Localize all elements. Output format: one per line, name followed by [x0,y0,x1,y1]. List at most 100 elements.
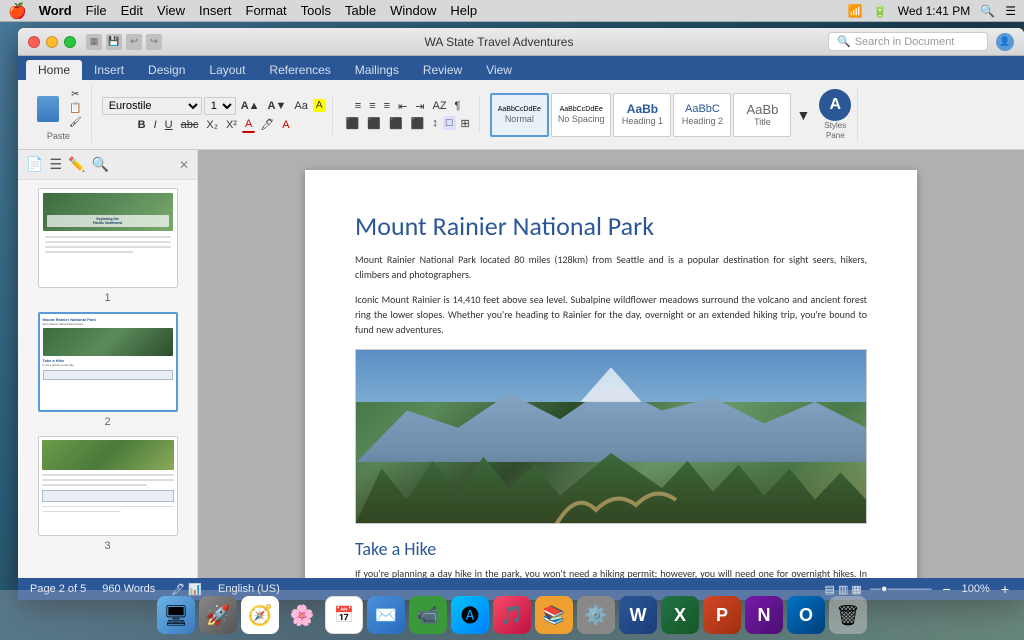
style-no-spacing[interactable]: AaBbCcDdEe No Spacing [551,93,612,137]
menubar-window[interactable]: Window [390,3,436,18]
text-highlight-button[interactable]: 🖊 [257,117,277,132]
thumb-img-1[interactable]: Exploring the Pacific Northwest [38,188,178,288]
shading-button[interactable]: □ [443,116,456,130]
thumb-img-2[interactable]: Mount Rainier National Park Mount Rainie… [38,312,178,412]
minimize-button[interactable] [46,36,58,48]
decrease-font-button[interactable]: A▼ [265,99,290,113]
menubar-tools[interactable]: Tools [301,3,331,18]
tab-review[interactable]: Review [411,60,474,80]
dock-calendar[interactable]: 📅 [325,596,363,634]
highlight-button[interactable]: A [313,99,326,112]
subscript-button[interactable]: X₂ [203,118,221,132]
doc-body1-text[interactable]: Iconic Mount Rainier is 14,410 feet abov… [355,292,867,337]
line-spacing-button[interactable]: ↕ [429,116,441,130]
menubar-insert[interactable]: Insert [199,3,232,18]
user-avatar[interactable]: 👤 [996,33,1014,51]
sort-button[interactable]: AZ [429,99,449,113]
format-painter-button[interactable]: 🖌 [66,116,85,129]
apple-menu[interactable]: 🍎 [8,2,27,20]
multilevel-button[interactable]: ≡ [381,99,393,113]
redo-icon[interactable]: ↪ [146,34,162,50]
sidebar-toggle-icon[interactable]: ▦ [86,34,102,50]
tab-view[interactable]: View [474,60,524,80]
bold-button[interactable]: B [135,118,149,132]
dock-trash[interactable]: 🗑 [829,596,867,634]
sidebar-list-icon[interactable]: ☰ [49,156,62,173]
tab-home[interactable]: Home [26,60,82,80]
thumbnail-3[interactable]: 3 [26,436,189,552]
paste-button[interactable] [32,91,64,127]
tab-design[interactable]: Design [136,60,197,80]
spotlight-icon[interactable]: 🔍 [980,4,995,18]
menubar-edit[interactable]: Edit [121,3,143,18]
styles-pane-button[interactable]: A [819,89,851,121]
dock-outlook[interactable]: O [787,596,825,634]
undo-icon[interactable]: ↩ [126,34,142,50]
doc-body2-text[interactable]: If you're planning a day hike in the par… [355,566,867,578]
control-icon[interactable]: ☰ [1005,4,1016,18]
thumbnail-2[interactable]: Mount Rainier National Park Mount Rainie… [26,312,189,428]
style-heading2[interactable]: AaBbC Heading 2 [673,93,731,137]
dock-safari[interactable]: 🧭 [241,596,279,634]
styles-more-button[interactable]: ▼ [793,93,813,137]
underline-button[interactable]: U [162,118,176,132]
menubar-word[interactable]: Word [39,3,72,18]
dock-facetime[interactable]: 📹 [409,596,447,634]
dock-excel[interactable]: X [661,596,699,634]
align-center-button[interactable]: ⬛ [364,116,384,131]
style-title[interactable]: AaBb Title [733,93,791,137]
doc-intro-text[interactable]: Mount Rainier National Park located 80 m… [355,252,867,282]
sidebar-search-icon[interactable]: 🔍 [91,156,108,173]
borders-button[interactable]: ⊞ [458,116,473,131]
text-color-button[interactable]: A [279,118,292,132]
dock-appstore[interactable]: 🅐 [451,596,489,634]
menubar-view[interactable]: View [157,3,185,18]
style-heading1[interactable]: AaBb Heading 1 [613,93,671,137]
decrease-indent-button[interactable]: ⇤ [395,99,410,114]
title-search-box[interactable]: 🔍 Search in Document [828,32,988,51]
justify-button[interactable]: ⬛ [408,116,428,131]
dock-system-prefs[interactable]: ⚙️ [577,596,615,634]
save-icon[interactable]: 💾 [106,34,122,50]
copy-button[interactable]: 📋 [66,102,85,115]
dock-books[interactable]: 📚 [535,596,573,634]
sidebar-doc-icon[interactable]: 📄 [26,156,43,173]
superscript-button[interactable]: X² [223,118,240,132]
dock-photos[interactable]: 🌸 [283,596,321,634]
menubar-help[interactable]: Help [450,3,477,18]
dock-music[interactable]: 🎵 [493,596,531,634]
increase-indent-button[interactable]: ⇥ [412,99,427,114]
thumbnail-1[interactable]: Exploring the Pacific Northwest [26,188,189,304]
dock-word[interactable]: W [619,596,657,634]
font-color-button[interactable]: A [242,117,255,133]
menubar-table[interactable]: Table [345,3,376,18]
tab-insert[interactable]: Insert [82,60,136,80]
increase-font-button[interactable]: A▲ [238,99,263,113]
dock-finder[interactable]: 🖥 [157,596,195,634]
thumb-img-3[interactable] [38,436,178,536]
font-selector[interactable]: Eurostile [102,97,202,115]
dock-launchpad[interactable]: 🚀 [199,596,237,634]
tab-layout[interactable]: Layout [197,60,257,80]
dock-onenote[interactable]: N [745,596,783,634]
align-left-button[interactable]: ⬛ [343,116,363,131]
sidebar-edit-icon[interactable]: ✏️ [68,156,85,173]
clear-format-button[interactable]: Aa [291,99,310,113]
dock-powerpoint[interactable]: P [703,596,741,634]
dock-mail[interactable]: ✉️ [367,596,405,634]
close-button[interactable] [28,36,40,48]
italic-button[interactable]: I [151,118,160,132]
bullets-button[interactable]: ≡ [352,99,364,113]
numbering-button[interactable]: ≡ [366,99,378,113]
menubar-format[interactable]: Format [246,3,287,18]
sidebar-close-button[interactable]: ✕ [179,158,189,172]
font-size-selector[interactable]: 12 [204,97,236,115]
tab-references[interactable]: References [257,60,342,80]
menubar-file[interactable]: File [86,3,107,18]
align-right-button[interactable]: ⬛ [386,116,406,131]
tab-mailings[interactable]: Mailings [343,60,411,80]
cut-button[interactable]: ✂ [66,88,85,101]
style-normal[interactable]: AaBbCcDdEe Normal [490,93,549,137]
show-hide-button[interactable]: ¶ [452,99,464,113]
strikethrough-button[interactable]: abc [178,118,202,132]
